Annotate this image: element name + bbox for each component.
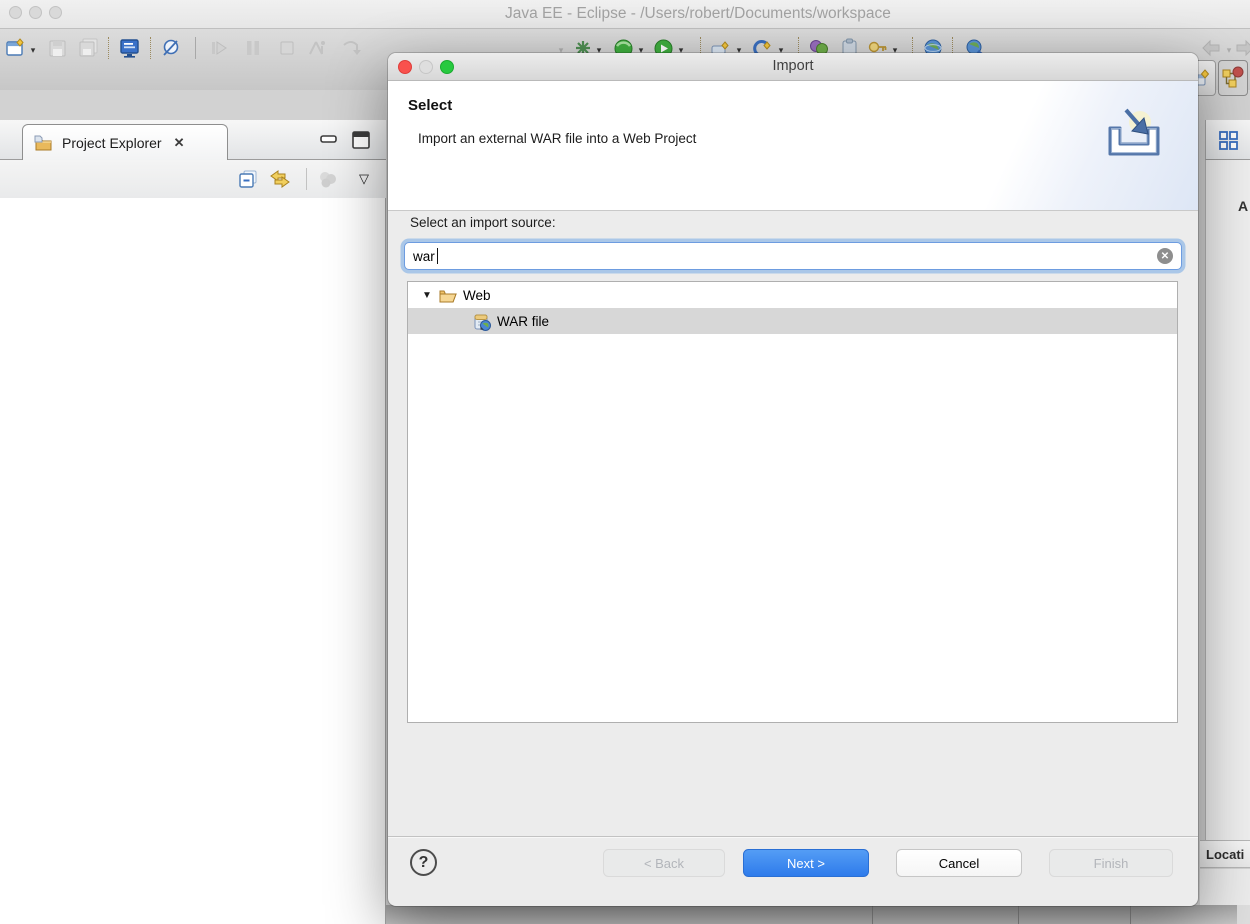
panel-top-gap xyxy=(0,92,386,120)
project-explorer-icon xyxy=(33,134,54,152)
new-wizard-icon[interactable] xyxy=(5,37,27,59)
import-war-banner-icon xyxy=(1104,106,1166,167)
project-explorer-content[interactable] xyxy=(0,198,385,924)
column-divider xyxy=(872,905,873,924)
forward-arrow-icon xyxy=(1234,37,1250,59)
toolbar-separator xyxy=(306,168,307,190)
import-dialog: Import Select Import an external WAR fil… xyxy=(388,53,1198,906)
folder-open-icon xyxy=(438,287,458,304)
console-icon[interactable] xyxy=(118,37,140,59)
tab-close-icon[interactable]: ✕ xyxy=(174,135,185,151)
finish-button-label: Finish xyxy=(1093,855,1129,871)
pause-icon xyxy=(242,37,264,59)
outline-view-icon[interactable] xyxy=(1218,130,1240,157)
war-file-icon xyxy=(412,312,492,331)
step-over-icon xyxy=(340,37,362,59)
back-dropdown-icon: ▾ xyxy=(1226,45,1232,55)
location-column-header[interactable]: Locati xyxy=(1200,840,1250,868)
maximize-view-icon[interactable] xyxy=(350,130,372,149)
next-button[interactable]: Next > xyxy=(743,849,869,877)
tree-row-war-file[interactable]: WAR file xyxy=(408,308,1177,334)
tree-item-label: WAR file xyxy=(497,313,550,329)
toolbar-separator xyxy=(150,37,151,59)
import-source-tree: ▼ Web WAR file xyxy=(407,281,1178,723)
back-arrow-icon xyxy=(1200,37,1222,59)
column-end-cap xyxy=(1237,905,1250,924)
disclosure-triangle-icon[interactable]: ▼ xyxy=(422,290,434,301)
next-button-label: Next > xyxy=(787,855,825,871)
macos-titlebar: Java EE - Eclipse - /Users/robert/Docume… xyxy=(0,0,1250,28)
location-header-label: Locati xyxy=(1206,846,1245,862)
tab-label: Project Explorer xyxy=(62,135,162,151)
view-menu-icon[interactable]: ▽ xyxy=(352,168,376,190)
help-button[interactable]: ? xyxy=(410,849,437,876)
dialog-titlebar: Import xyxy=(388,53,1198,81)
project-explorer-toolbar: ▽ xyxy=(0,160,386,198)
column-divider xyxy=(1130,905,1131,924)
toolbar-separator xyxy=(195,37,196,59)
tab-project-explorer[interactable]: Project Explorer ✕ xyxy=(22,124,228,161)
project-explorer-tabbar: Project Explorer ✕ xyxy=(0,120,386,161)
bottom-table-header-strip xyxy=(386,905,1250,924)
new-wizard-dropdown-icon[interactable]: ▾ xyxy=(28,45,38,56)
markers-view-body xyxy=(1200,869,1250,905)
clear-filter-icon[interactable]: ✕ xyxy=(1157,248,1173,264)
back-button[interactable]: < Back xyxy=(603,849,725,877)
view-filters-icon xyxy=(316,168,340,190)
cancel-button[interactable]: Cancel xyxy=(896,849,1022,877)
save-all-icon xyxy=(77,37,99,59)
dialog-title: Import xyxy=(772,58,814,74)
back-button-label: < Back xyxy=(643,855,685,871)
project-explorer-panel: Project Explorer ✕ ▽ xyxy=(0,92,386,924)
eclipse-window: Java EE - Eclipse - /Users/robert/Docume… xyxy=(0,0,1250,924)
minimize-view-icon[interactable] xyxy=(318,130,340,148)
collapse-all-icon[interactable] xyxy=(236,168,260,190)
skip-breakpoints-icon[interactable] xyxy=(160,37,182,59)
footer-separator xyxy=(388,836,1198,838)
window-zoom-button[interactable] xyxy=(49,6,62,19)
import-source-filter-input[interactable] xyxy=(404,242,1182,270)
window-close-button[interactable] xyxy=(9,6,22,19)
right-panel-tabbar xyxy=(1205,120,1250,160)
finish-button[interactable]: Finish xyxy=(1049,849,1173,877)
tree-row-web[interactable]: ▼ Web xyxy=(408,282,1177,308)
cancel-button-label: Cancel xyxy=(938,855,980,871)
text-caret xyxy=(437,248,438,264)
dialog-heading: Select xyxy=(408,97,453,114)
java-ee-perspective-button[interactable] xyxy=(1218,60,1248,96)
dialog-description: Import an external WAR file into a Web P… xyxy=(418,131,697,146)
right-panel-partial-text: A xyxy=(1238,198,1249,214)
step-into-icon xyxy=(306,37,328,59)
resume-icon xyxy=(208,37,230,59)
link-with-editor-icon[interactable] xyxy=(268,168,292,190)
terminate-icon xyxy=(276,37,298,59)
filter-field: ✕ xyxy=(404,242,1182,270)
toolbar-separator xyxy=(108,37,109,59)
column-divider xyxy=(1018,905,1019,924)
right-panel-body xyxy=(1205,160,1250,840)
window-title: Java EE - Eclipse - /Users/robert/Docume… xyxy=(505,5,891,22)
window-minimize-button[interactable] xyxy=(29,6,42,19)
import-source-label: Select an import source: xyxy=(410,215,556,230)
dialog-header: Select Import an external WAR file into … xyxy=(388,81,1198,211)
help-icon: ? xyxy=(418,853,429,871)
save-icon xyxy=(46,37,68,59)
tree-item-label: Web xyxy=(463,287,491,303)
